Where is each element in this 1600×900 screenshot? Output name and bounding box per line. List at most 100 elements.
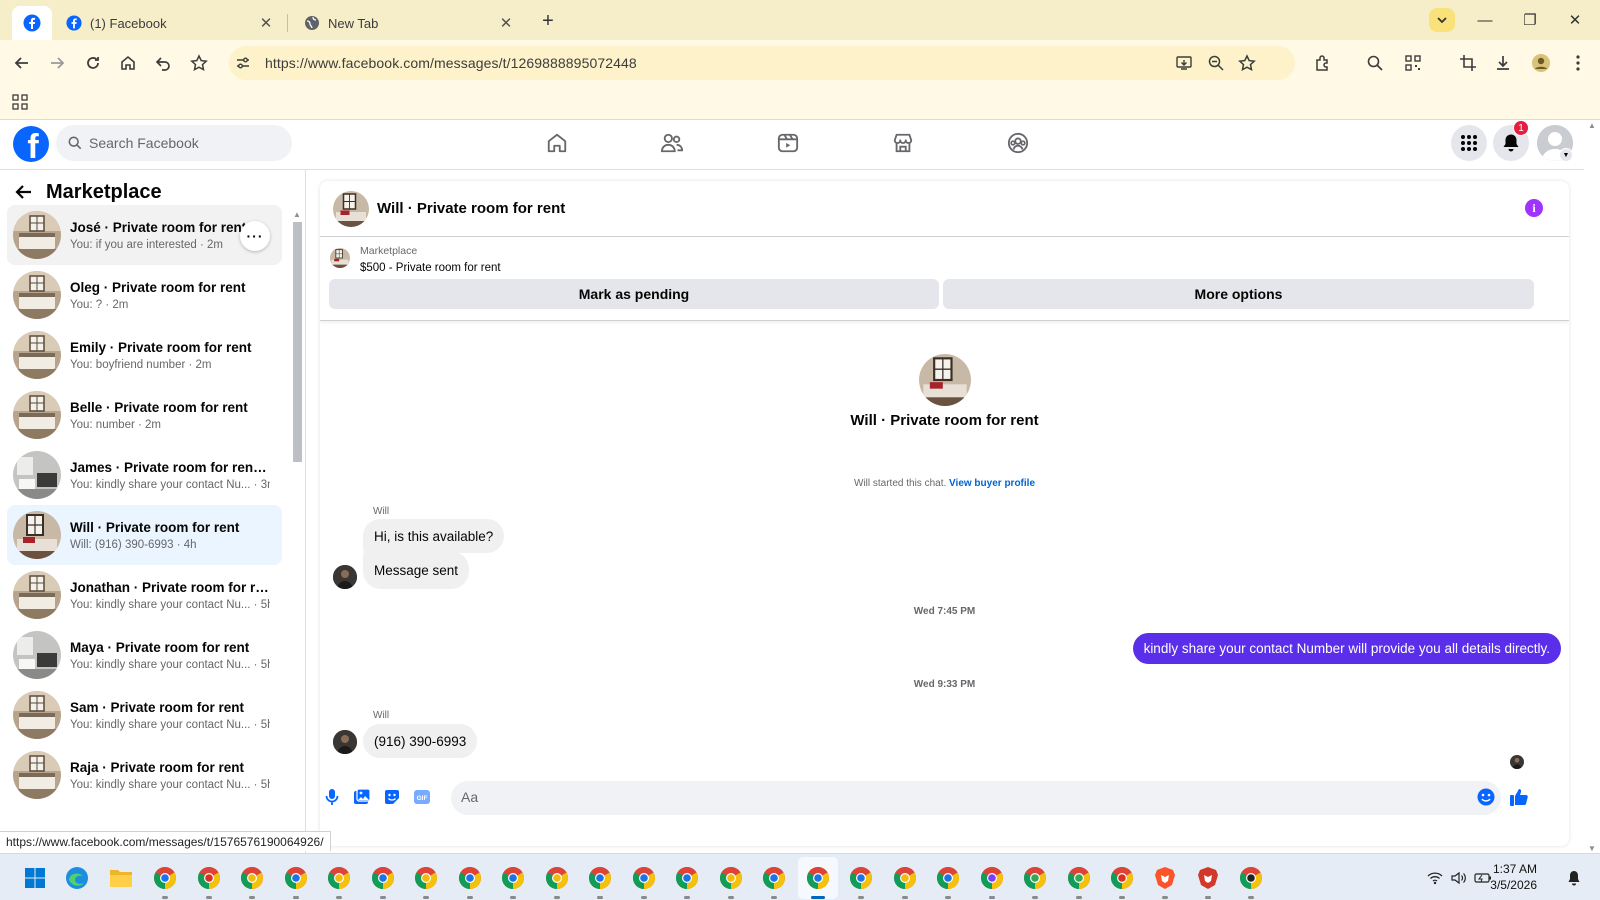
edge-icon[interactable] [62,863,92,893]
close-window-button[interactable]: ✕ [1560,8,1590,32]
site-settings-icon[interactable] [235,55,251,71]
reload-button[interactable] [80,50,106,76]
conversation-item[interactable]: Belle · Private room for rent You: number… [7,385,282,445]
listing-thumbnail[interactable] [330,248,350,268]
sender-avatar[interactable] [333,730,357,754]
profile-button[interactable] [1528,50,1554,76]
conversation-item[interactable]: Sam · Private room for rent You: kindly s… [7,685,282,745]
star-icon[interactable] [1238,54,1256,72]
facebook-logo[interactable]: f [13,126,49,162]
brave-icon[interactable] [1150,863,1180,893]
downloads-button[interactable] [1490,50,1516,76]
view-buyer-profile-link[interactable]: View buyer profile [949,478,1035,489]
address-bar[interactable]: https://www.facebook.com/messages/t/1269… [229,46,1295,80]
sidebar-scrollbar[interactable]: ▲ [291,210,304,853]
close-tab-icon[interactable]: ✕ [496,13,516,33]
facebook-search-input[interactable] [89,135,279,151]
conversation-item[interactable]: Jonathan · Private room for rent You: kin… [7,565,282,625]
image-icon[interactable] [352,787,372,807]
chrome-profile-icon[interactable] [411,863,441,893]
screenshot-button[interactable] [1455,50,1481,76]
listing-price[interactable]: $500 - Private room for rent [360,262,501,274]
chrome-profile-icon[interactable] [672,863,702,893]
conversation-item[interactable]: Emily · Private room for rent You: boyfri… [7,325,282,385]
scroll-up-arrow-icon[interactable]: ▲ [1588,121,1596,130]
incoming-message[interactable]: Hi, is this available? [363,519,505,553]
chrome-profile-icon[interactable] [1064,863,1094,893]
extensions-button[interactable] [1310,50,1336,76]
incoming-message[interactable]: (916) 390-6993 [363,724,478,758]
chrome-profile-icon[interactable] [237,863,267,893]
chat-avatar[interactable] [333,190,369,227]
chrome-profile-icon[interactable] [846,863,876,893]
windows-start-icon[interactable] [20,863,50,893]
chrome-profile-icon[interactable] [368,863,398,893]
browser-menu-button[interactable] [1565,50,1591,76]
chrome-profile-icon[interactable] [759,863,789,893]
menu-button[interactable] [1451,125,1487,161]
tab-facebook[interactable]: (1) Facebook ✕ [56,6,288,40]
mark-as-pending-button[interactable]: Mark as pending [329,279,939,309]
apps-button[interactable] [7,89,33,115]
bookmark-star-button[interactable] [186,50,212,76]
nav-groups[interactable] [998,127,1038,159]
scrollbar-thumb[interactable] [293,222,302,462]
nav-home[interactable] [537,127,577,159]
more-options-button[interactable]: More options [943,279,1534,309]
chrome-profile-icon[interactable] [150,863,180,893]
install-app-icon[interactable] [1175,54,1193,72]
search-button[interactable] [1362,50,1388,76]
chrome-profile-icon[interactable] [803,863,833,893]
chrome-profile-icon[interactable] [890,863,920,893]
scroll-down-arrow-icon[interactable]: ▼ [1588,844,1596,853]
conversation-item[interactable]: Will · Private room for rent Will: (916) … [7,505,282,565]
message-input-wrapper[interactable] [451,781,1501,815]
pinned-tab-facebook[interactable] [12,6,52,40]
chrome-profile-icon[interactable] [324,863,354,893]
info-icon[interactable]: i [1525,199,1543,217]
undo-button[interactable] [150,50,176,76]
back-button[interactable] [9,50,35,76]
chrome-profile-icon[interactable] [1236,863,1266,893]
close-tab-icon[interactable]: ✕ [256,13,276,33]
file-explorer-icon[interactable] [106,863,136,893]
chat-title[interactable]: Will · Private room for rent [377,200,565,217]
chrome-profile-icon[interactable] [585,863,615,893]
nav-video[interactable] [768,127,808,159]
chrome-profile-icon[interactable] [977,863,1007,893]
chrome-profile-icon[interactable] [281,863,311,893]
brave-beta-icon[interactable] [1193,863,1223,893]
conversation-item[interactable]: James · Private room for rent 1 ... You: … [7,445,282,505]
scroll-up-arrow-icon[interactable]: ▲ [293,210,301,219]
microphone-icon[interactable] [322,787,342,807]
page-scrollbar[interactable]: ▲ ▼ [1584,121,1600,853]
tab-new-tab[interactable]: New Tab ✕ [292,6,528,40]
nav-marketplace[interactable] [883,127,923,159]
gif-icon[interactable]: GIF [412,787,432,807]
like-icon[interactable] [1509,787,1529,807]
forward-button[interactable] [44,50,70,76]
wifi-icon[interactable] [1426,869,1444,887]
sender-avatar[interactable] [333,565,357,589]
conversation-item[interactable]: Oleg · Private room for rent You: ? · 2m [7,265,282,325]
nav-friends[interactable] [652,127,692,159]
restore-button[interactable]: ❐ [1515,8,1545,32]
arrow-left-icon[interactable] [14,182,34,202]
chrome-profile-icon[interactable] [498,863,528,893]
incoming-message[interactable]: Message sent [363,551,470,589]
home-button[interactable] [115,50,141,76]
chrome-profile-icon[interactable] [194,863,224,893]
taskbar-clock[interactable]: 1:37 AM 3/5/2026 [1465,861,1537,893]
chrome-profile-icon[interactable] [629,863,659,893]
conversation-item[interactable]: Raja · Private room for rent You: kindly … [7,745,282,805]
chrome-profile-icon[interactable] [933,863,963,893]
conversation-item[interactable]: José · Private room for rent You: if you … [7,205,282,265]
sticker-icon[interactable] [382,787,402,807]
outgoing-message[interactable]: kindly share your contact Number will pr… [1132,633,1561,664]
facebook-search[interactable] [56,125,292,161]
chrome-profile-icon[interactable] [455,863,485,893]
conversation-item[interactable]: Maya · Private room for rent You: kindly … [7,625,282,685]
chrome-profile-icon[interactable] [542,863,572,893]
emoji-icon[interactable] [1476,787,1496,807]
chrome-profile-icon[interactable] [1020,863,1050,893]
